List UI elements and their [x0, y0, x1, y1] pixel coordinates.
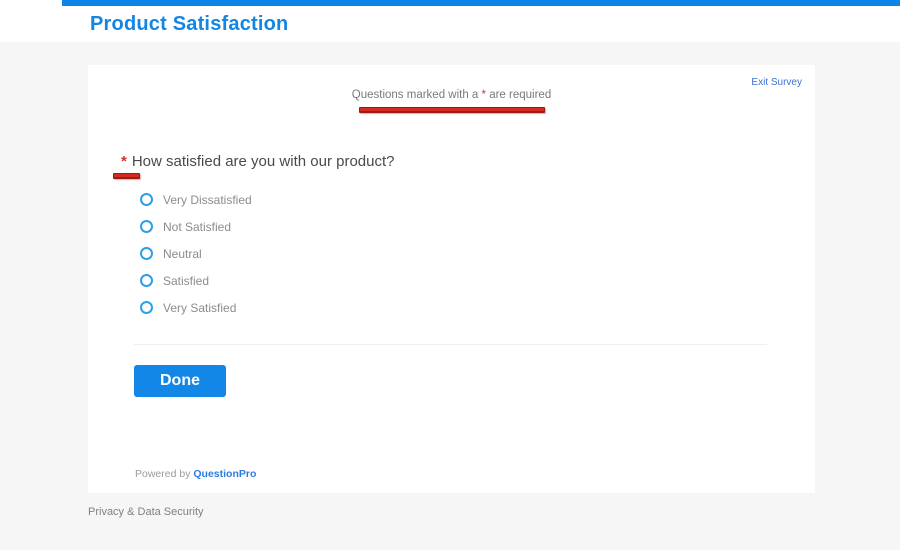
radio-option-very-dissatisfied[interactable]: Very Dissatisfied: [140, 186, 252, 213]
required-note: Questions marked with a * are required: [88, 89, 815, 101]
question-underline-annotation: [113, 173, 140, 179]
note-underline-annotation: [359, 107, 545, 113]
required-note-prefix: Questions marked with a: [351, 89, 482, 101]
header: Product Satisfaction: [0, 0, 900, 42]
answer-options: Very Dissatisfied Not Satisfied Neutral …: [140, 186, 252, 321]
radio-option-label[interactable]: Very Dissatisfied: [163, 193, 252, 207]
radio-button-icon[interactable]: [140, 247, 153, 260]
privacy-data-security-link[interactable]: Privacy & Data Security: [88, 506, 204, 518]
powered-by: Powered by QuestionPro: [135, 468, 256, 480]
done-button[interactable]: Done: [134, 365, 226, 397]
radio-button-icon[interactable]: [140, 301, 153, 314]
question-row: * How satisfied are you with our product?: [121, 153, 394, 170]
radio-option-label[interactable]: Not Satisfied: [163, 220, 231, 234]
radio-option-label[interactable]: Very Satisfied: [163, 301, 236, 315]
radio-option-satisfied[interactable]: Satisfied: [140, 267, 252, 294]
radio-option-label[interactable]: Neutral: [163, 247, 202, 261]
question-required-asterisk: *: [121, 153, 127, 170]
powered-by-label: Powered by: [135, 468, 194, 480]
radio-option-very-satisfied[interactable]: Very Satisfied: [140, 294, 252, 321]
question-text: How satisfied are you with our product?: [131, 153, 395, 170]
questionpro-link[interactable]: QuestionPro: [193, 468, 256, 480]
radio-option-label[interactable]: Satisfied: [163, 274, 209, 288]
section-divider: [134, 344, 767, 345]
radio-button-icon[interactable]: [140, 193, 153, 206]
survey-card: Exit Survey Questions marked with a * ar…: [88, 65, 815, 493]
radio-button-icon[interactable]: [140, 274, 153, 287]
page: Product Satisfaction Exit Survey Questio…: [0, 0, 900, 550]
exit-survey-link[interactable]: Exit Survey: [751, 77, 802, 88]
page-title: Product Satisfaction: [90, 13, 289, 35]
radio-option-neutral[interactable]: Neutral: [140, 240, 252, 267]
radio-button-icon[interactable]: [140, 220, 153, 233]
radio-option-not-satisfied[interactable]: Not Satisfied: [140, 213, 252, 240]
top-accent-bar: [62, 0, 900, 6]
required-note-suffix: are required: [486, 89, 552, 101]
